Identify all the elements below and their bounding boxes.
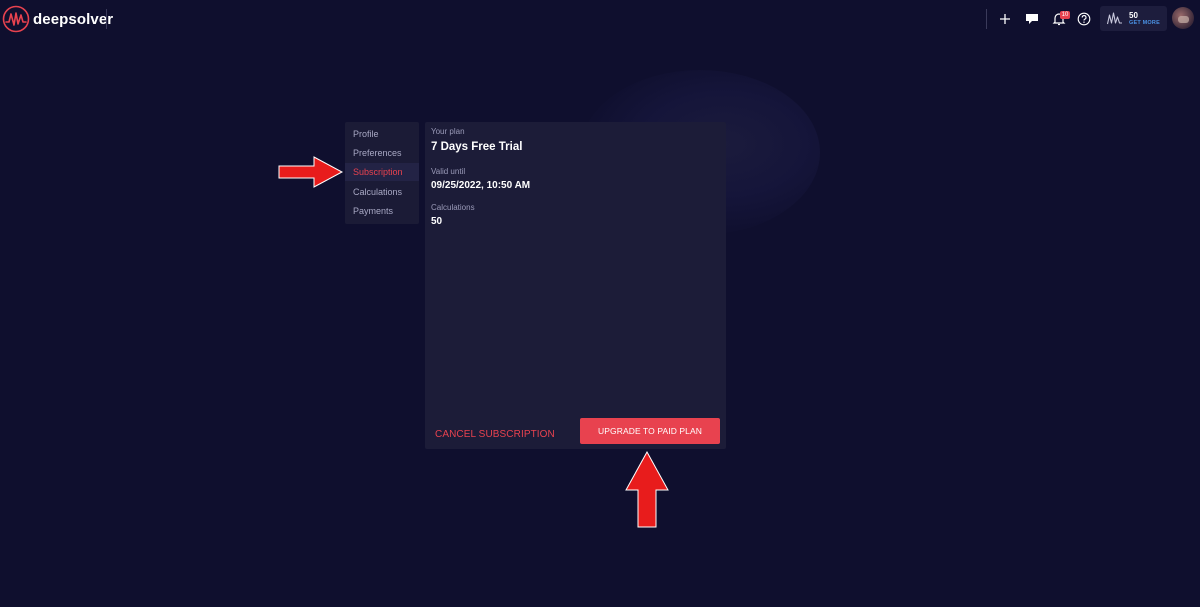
sidebar-item-subscription[interactable]: Subscription [345, 163, 419, 181]
credits-count: 50 [1129, 11, 1138, 20]
plus-icon[interactable] [996, 10, 1014, 28]
right-arrow-annotation [278, 156, 344, 188]
avatar[interactable] [1172, 7, 1194, 29]
credits-widget[interactable]: 50 GET MORE [1100, 6, 1167, 31]
settings-side-menu: Profile Preferences Subscription Calcula… [345, 122, 419, 224]
page: deepsolver 10 50 GET MORE Profile Prefer… [0, 0, 1200, 607]
waveform-icon [1107, 12, 1122, 25]
top-bar: deepsolver 10 50 GET MORE [0, 0, 1200, 38]
chat-icon[interactable] [1023, 10, 1041, 28]
toolbar-divider [986, 9, 987, 29]
up-arrow-annotation [625, 451, 669, 528]
notification-badge: 10 [1060, 11, 1070, 19]
sidebar-item-preferences[interactable]: Preferences [345, 144, 419, 162]
help-icon[interactable] [1075, 10, 1093, 28]
get-more-link[interactable]: GET MORE [1129, 20, 1160, 26]
valid-until-label: Valid until [431, 167, 466, 176]
sidebar-item-profile[interactable]: Profile [345, 125, 419, 143]
deepsolver-logo-icon [2, 5, 30, 33]
cancel-subscription-button[interactable]: CANCEL SUBSCRIPTION [435, 429, 555, 440]
calculations-value: 50 [431, 216, 443, 227]
upgrade-to-paid-plan-button[interactable]: UPGRADE TO PAID PLAN [580, 418, 720, 444]
sidebar-item-payments[interactable]: Payments [345, 202, 419, 220]
logo-divider [106, 9, 107, 29]
plan-label: Your plan [431, 127, 465, 136]
logo[interactable]: deepsolver [2, 5, 113, 33]
calculations-label: Calculations [431, 203, 475, 212]
plan-value: 7 Days Free Trial [431, 141, 523, 153]
valid-until-value: 09/25/2022, 10:50 AM [431, 180, 531, 191]
subscription-panel: Your plan 7 Days Free Trial Valid until … [425, 122, 726, 449]
logo-text: deepsolver [33, 10, 114, 28]
sidebar-item-calculations[interactable]: Calculations [345, 183, 419, 201]
